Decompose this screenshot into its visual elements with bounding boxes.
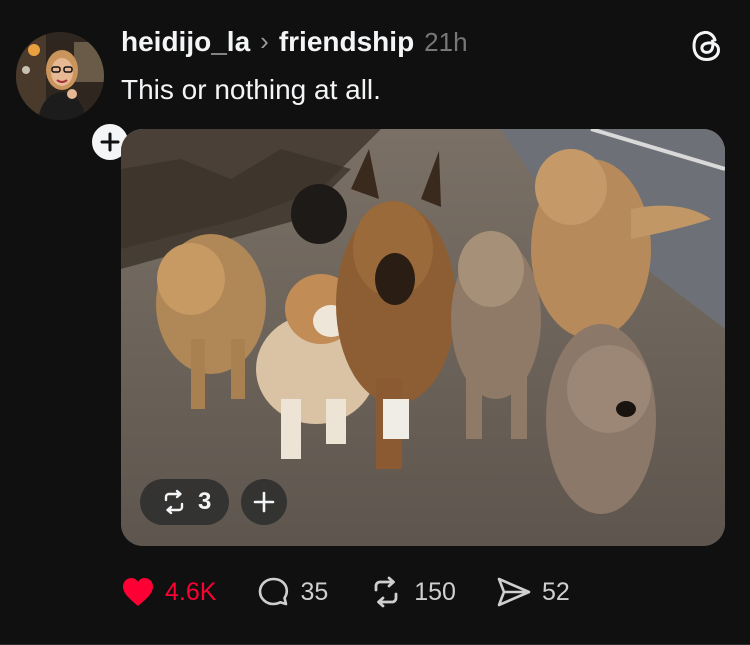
send-icon xyxy=(497,577,531,607)
reply-button[interactable]: 35 xyxy=(256,576,328,608)
plus-icon xyxy=(253,491,275,513)
comment-icon xyxy=(259,577,289,606)
post-text: This or nothing at all. xyxy=(121,74,381,105)
media-add-button[interactable] xyxy=(241,479,287,525)
repost-icon xyxy=(164,489,184,515)
quote-repost-count-button[interactable]: 3 xyxy=(140,479,230,525)
heart-icon xyxy=(123,578,153,606)
post-image[interactable]: 3 xyxy=(121,129,725,546)
plus-icon xyxy=(100,132,120,152)
repost-count: 150 xyxy=(414,577,456,606)
username-link[interactable]: heidijo_la xyxy=(121,26,250,58)
share-button[interactable]: 52 xyxy=(496,576,570,608)
post-header: heidijo_la › friendship 21h xyxy=(121,26,468,62)
post-timestamp: 21h xyxy=(424,27,468,57)
avatar-container[interactable] xyxy=(16,32,132,164)
reply-count: 35 xyxy=(300,577,329,606)
repost-button[interactable]: 150 xyxy=(368,576,456,608)
share-count: 52 xyxy=(541,577,570,606)
avatar-image xyxy=(16,32,104,120)
like-count: 4.6K xyxy=(165,577,217,606)
quote-repost-count: 3 xyxy=(198,488,212,515)
post-action-bar: 4.6K 35 150 52 xyxy=(121,572,610,612)
topic-link[interactable]: friendship xyxy=(279,26,414,58)
repost-icon xyxy=(374,576,398,608)
avatar[interactable] xyxy=(16,32,104,120)
topic-separator: › xyxy=(260,26,269,56)
threads-logo-icon[interactable] xyxy=(689,28,725,64)
like-button[interactable]: 4.6K xyxy=(121,576,216,608)
